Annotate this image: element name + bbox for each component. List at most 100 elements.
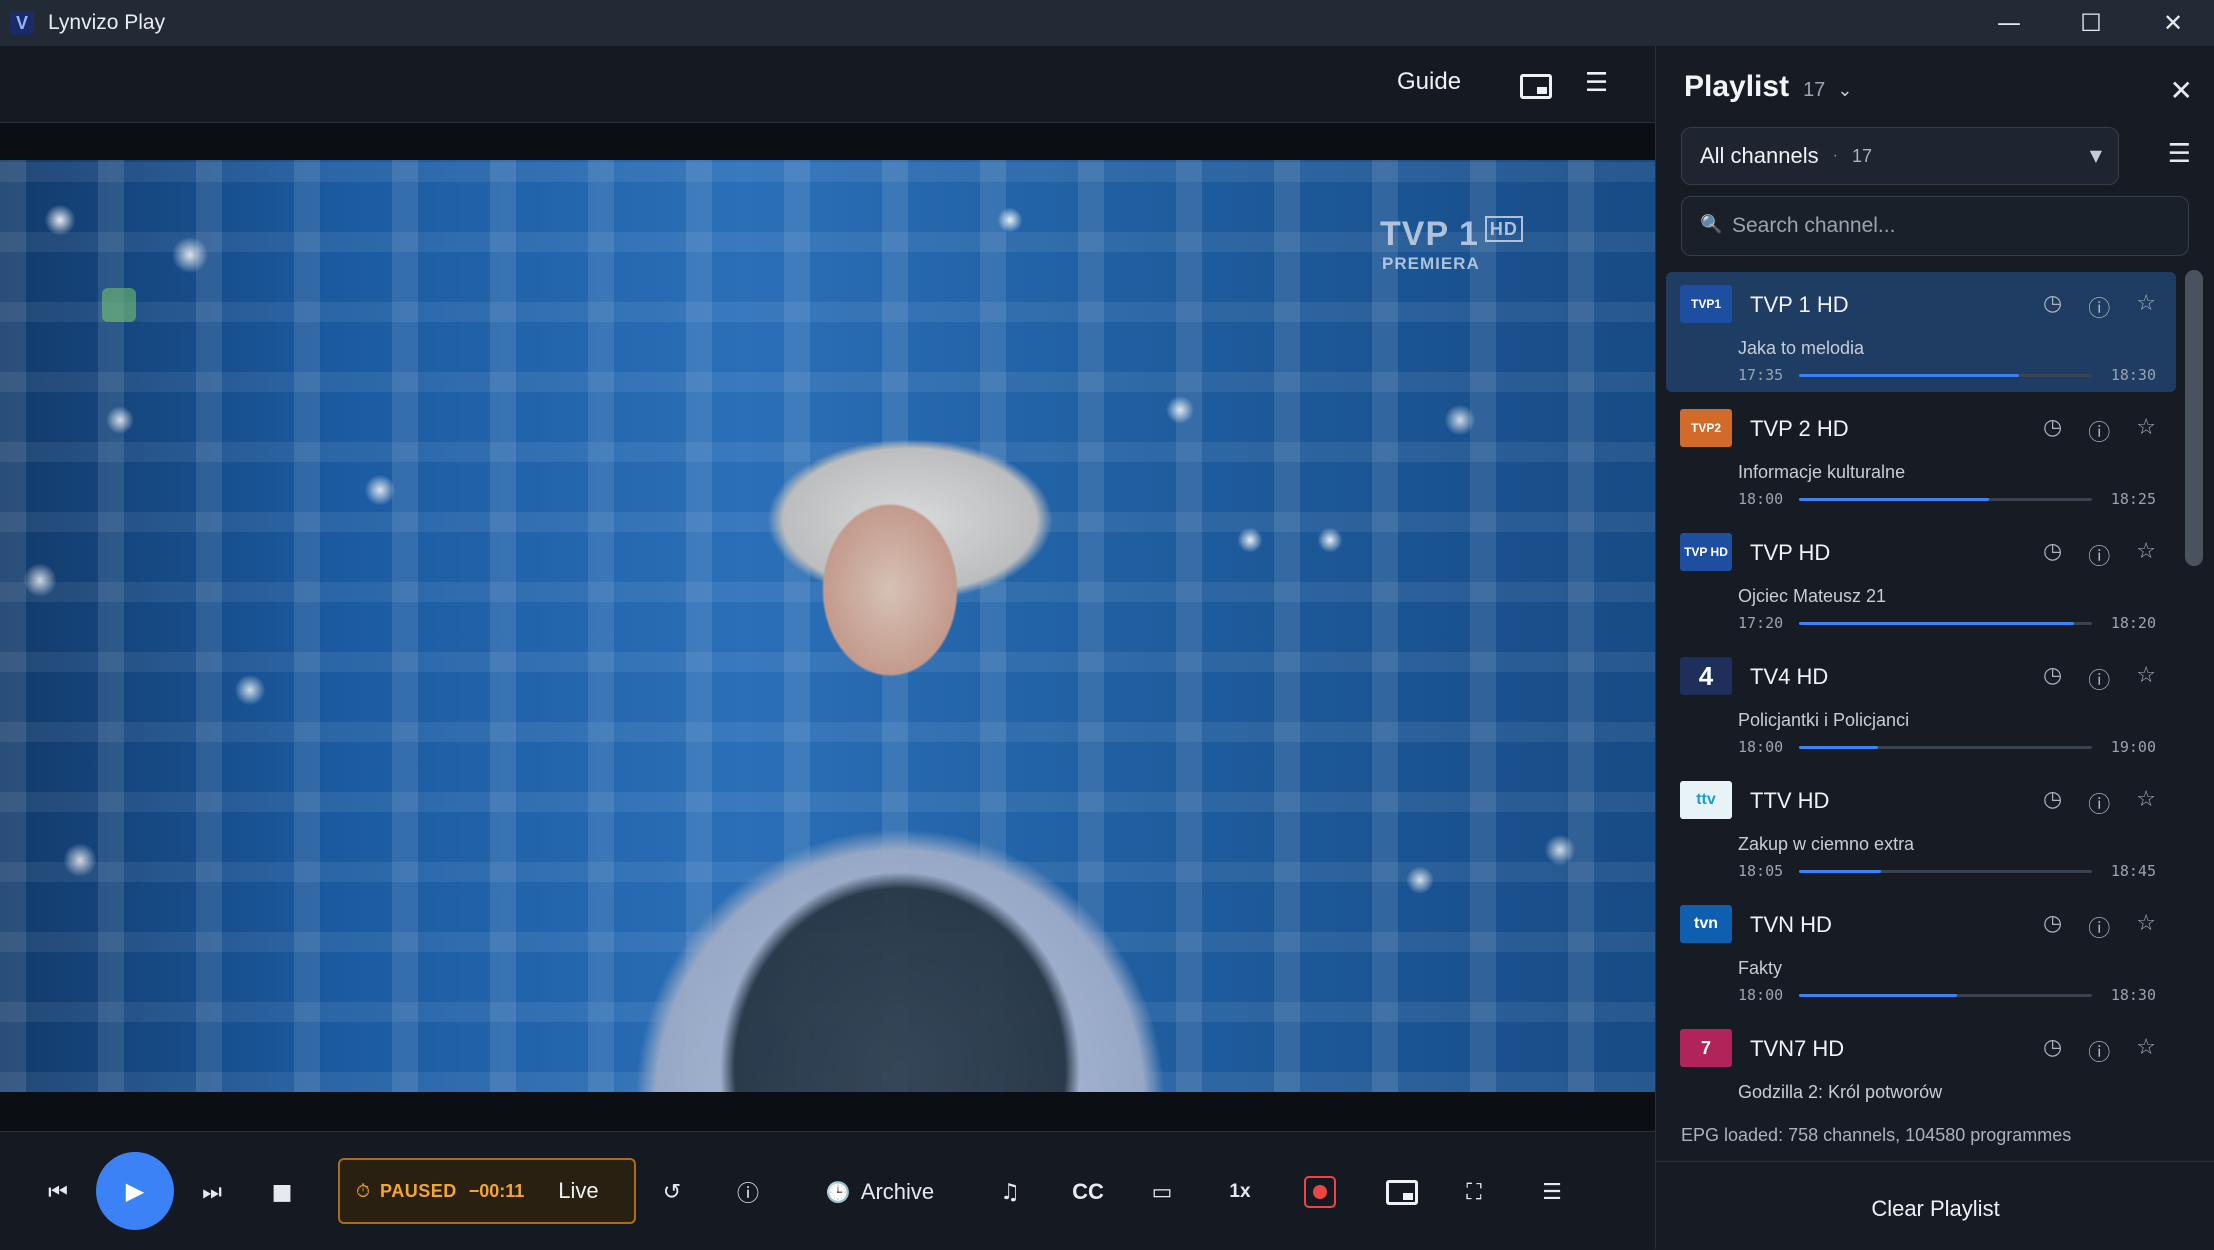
live-button[interactable]: Live: [558, 1178, 598, 1204]
program-end: 18:45: [2110, 862, 2156, 880]
record-button[interactable]: [1302, 1170, 1338, 1214]
program-start: 18:05: [1738, 862, 1784, 880]
guide-button[interactable]: Guide: [1397, 68, 1461, 96]
clock-icon[interactable]: ◷: [2043, 911, 2062, 943]
channel-item[interactable]: 7 TVN7 HD ◷ ⓘ ☆ Godzilla 2: Król potworó…: [1666, 1016, 2176, 1127]
mini-player-button[interactable]: [1384, 1170, 1420, 1214]
subtitles-button[interactable]: CC: [1068, 1170, 1108, 1214]
watermark-brand: TVP 1: [1380, 215, 1479, 253]
picture-in-picture-icon[interactable]: [1520, 74, 1552, 99]
video-frame[interactable]: TVP 1 HD PREMIERA: [0, 160, 1655, 1092]
program-progress: [1799, 994, 2092, 997]
channel-item[interactable]: 4 TV4 HD ◷ ⓘ ☆ Policjantki i Policjanci …: [1666, 644, 2176, 764]
info-icon[interactable]: ⓘ: [2088, 539, 2110, 571]
info-icon[interactable]: ⓘ: [2088, 663, 2110, 695]
player-menu-icon[interactable]: ☰: [1585, 68, 1608, 98]
next-icon[interactable]: ⏭: [194, 1170, 230, 1214]
channel-actions: ◷ ⓘ ☆: [2043, 291, 2156, 323]
program-end: 19:00: [2110, 738, 2156, 756]
channel-name: TVN7 HD: [1750, 1036, 1845, 1061]
channel-item[interactable]: TVP1 TVP 1 HD ◷ ⓘ ☆ Jaka to melodia 17:3…: [1666, 272, 2176, 392]
program-start: 17:35: [1738, 366, 1784, 384]
playlist-scrollbar[interactable]: [2185, 270, 2203, 566]
star-icon[interactable]: ☆: [2136, 539, 2156, 571]
channel-logo: TVP HD: [1680, 533, 1732, 571]
channel-actions: ◷ ⓘ ☆: [2043, 911, 2156, 943]
speed-button[interactable]: 1x: [1222, 1170, 1258, 1214]
controls-menu-icon[interactable]: ☰: [1534, 1170, 1570, 1214]
timeshift-status[interactable]: ⏱ PAUSED −00:11 Live: [338, 1158, 636, 1224]
program-progress: [1799, 498, 2092, 501]
star-icon[interactable]: ☆: [2136, 911, 2156, 943]
info-icon[interactable]: ⓘ: [2088, 1035, 2110, 1067]
clock-icon[interactable]: ◷: [2043, 1035, 2062, 1067]
mini-player-icon: [1386, 1179, 1418, 1205]
channel-actions: ◷ ⓘ ☆: [2043, 787, 2156, 819]
channel-actions: ◷ ⓘ ☆: [2043, 415, 2156, 447]
video-subject: [430, 380, 1390, 1092]
program-end: 18:25: [2110, 490, 2156, 508]
channel-item[interactable]: TVP2 TVP 2 HD ◷ ⓘ ☆ Informacje kulturaln…: [1666, 396, 2176, 516]
star-icon[interactable]: ☆: [2136, 663, 2156, 695]
close-window-button[interactable]: ✕: [2132, 0, 2214, 46]
channel-logo: tvn: [1680, 905, 1732, 943]
minimize-button[interactable]: —: [1968, 0, 2050, 46]
archive-label: Archive: [860, 1179, 935, 1204]
star-icon[interactable]: ☆: [2136, 1035, 2156, 1067]
channel-item[interactable]: TVP HD TVP HD ◷ ⓘ ☆ Ojciec Mateusz 21 17…: [1666, 520, 2176, 640]
chevron-down-icon[interactable]: ⌄: [1837, 80, 1852, 101]
playlist-menu-icon[interactable]: ☰: [2168, 139, 2191, 169]
audio-track-icon[interactable]: ♫: [992, 1170, 1028, 1214]
program-title: Informacje kulturalne: [1738, 462, 1906, 482]
channel-item[interactable]: ttv TTV HD ◷ ⓘ ☆ Zakup w ciemno extra 18…: [1666, 768, 2176, 888]
program-title: Zakup w ciemno extra: [1738, 834, 1915, 854]
paused-offset: −00:11: [468, 1180, 525, 1201]
program-end: 18:20: [2110, 614, 2156, 632]
info-icon[interactable]: ⓘ: [2088, 291, 2110, 323]
clock-icon[interactable]: ◷: [2043, 663, 2062, 695]
timer-icon: ⏱: [356, 1180, 371, 1202]
paused-label: PAUSED: [380, 1180, 457, 1201]
maximize-button[interactable]: ☐: [2050, 0, 2132, 46]
info-icon[interactable]: ⓘ: [2088, 911, 2110, 943]
player-toolbar: Guide ☰: [0, 46, 1655, 123]
channel-actions: ◷ ⓘ ☆: [2043, 663, 2156, 695]
replay-icon[interactable]: ↺: [654, 1170, 690, 1214]
record-icon: [1304, 1176, 1336, 1208]
clock-icon[interactable]: ◷: [2043, 787, 2062, 819]
clear-playlist-button[interactable]: Clear Playlist: [1656, 1196, 2214, 1222]
info-icon[interactable]: ⓘ: [2088, 415, 2110, 447]
program-progress: [1799, 622, 2092, 625]
close-playlist-button[interactable]: ✕: [2170, 74, 2193, 107]
archive-button[interactable]: 🕒 Archive: [820, 1170, 940, 1214]
aspect-ratio-icon[interactable]: ▭: [1144, 1170, 1180, 1214]
app-title: Lynvizo Play: [48, 11, 166, 34]
divider: [1656, 1161, 2214, 1162]
stop-icon[interactable]: ■: [264, 1170, 300, 1214]
group-separator: ·: [1832, 147, 1838, 164]
dropdown-arrow-icon: ▼: [2089, 146, 2102, 165]
channel-item[interactable]: tvn TVN HD ◷ ⓘ ☆ Fakty 18:00 18:30: [1666, 892, 2176, 1012]
channel-name: TVP HD: [1750, 540, 1831, 565]
search-input[interactable]: [1730, 207, 2174, 245]
star-icon[interactable]: ☆: [2136, 415, 2156, 447]
previous-icon[interactable]: ⏮: [40, 1170, 76, 1214]
info-icon[interactable]: ⓘ: [2088, 787, 2110, 819]
playlist-panel: Playlist 17 ⌄ ✕ All channels · 17 ▼ ☰ 🔍 …: [1655, 46, 2214, 1249]
clock-icon[interactable]: ◷: [2043, 415, 2062, 447]
clock-icon[interactable]: ◷: [2043, 539, 2062, 571]
channel-group-select[interactable]: All channels · 17 ▼: [1681, 127, 2119, 185]
clock-icon[interactable]: ◷: [2043, 291, 2062, 323]
fullscreen-icon[interactable]: ⛶: [1456, 1170, 1492, 1214]
info-icon[interactable]: ⓘ: [730, 1170, 766, 1214]
program-title: Godzilla 2: Król potworów: [1738, 1082, 1943, 1102]
star-icon[interactable]: ☆: [2136, 291, 2156, 323]
program-start: 18:00: [1738, 490, 1784, 508]
program-progress-fill: [1799, 374, 2019, 377]
channel-name: TVN HD: [1750, 912, 1832, 937]
program-title: Fakty: [1738, 958, 1783, 978]
play-button[interactable]: ▶: [96, 1152, 174, 1230]
program-end: 18:30: [2110, 366, 2156, 384]
star-icon[interactable]: ☆: [2136, 787, 2156, 819]
channel-logo: ttv: [1680, 781, 1732, 819]
